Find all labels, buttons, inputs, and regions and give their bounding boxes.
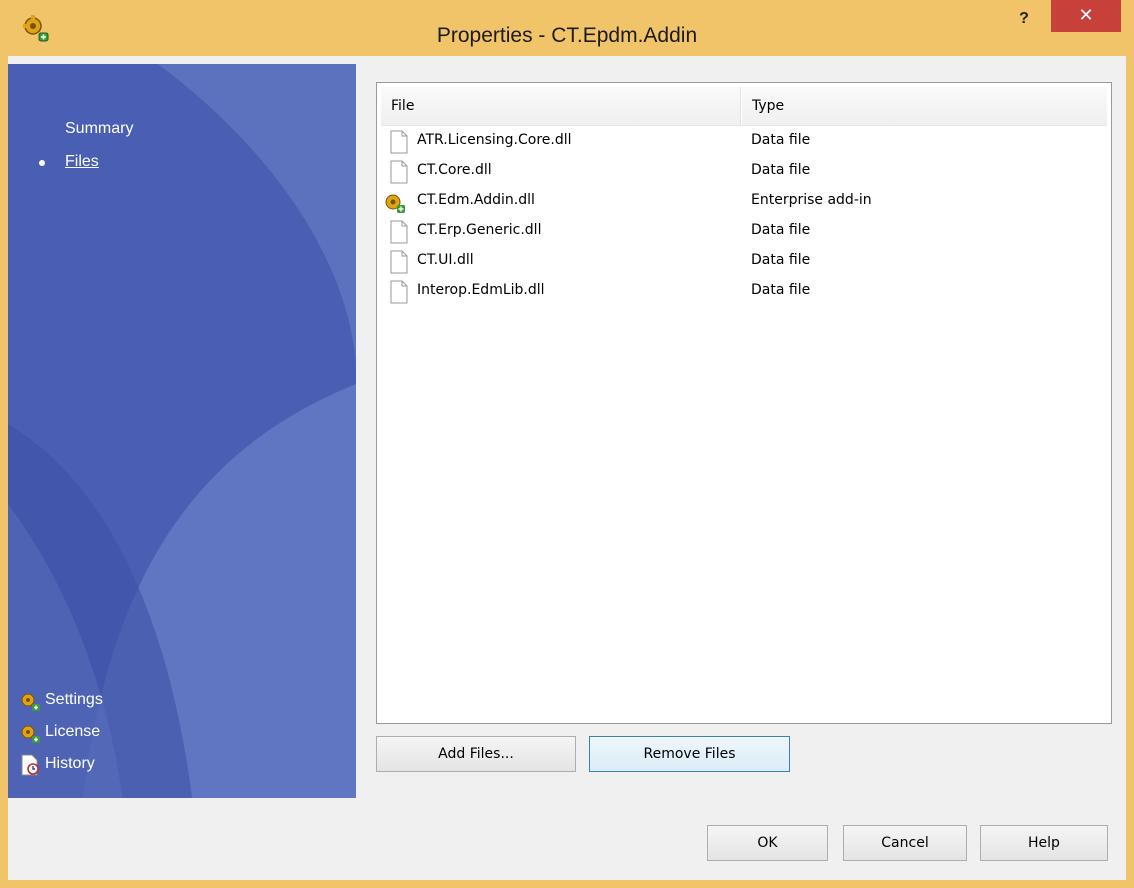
sidebar-item-files[interactable]: Files	[65, 153, 99, 171]
file-name: ATR.Licensing.Core.dll	[417, 132, 572, 148]
file-list[interactable]: File Type ATR.Licensing.Core.dll Data fi…	[376, 82, 1112, 724]
column-header-type[interactable]: Type	[742, 87, 1107, 125]
file-type: Data file	[751, 222, 811, 238]
file-type: Enterprise add-in	[751, 192, 872, 208]
file-type: Data file	[751, 282, 811, 298]
remove-files-button[interactable]: Remove Files	[589, 736, 790, 772]
properties-window: Properties - CT.Epdm.Addin ? ✕ Summary F…	[0, 0, 1134, 888]
file-row[interactable]: ATR.Licensing.Core.dll Data file	[381, 126, 1107, 156]
file-name: Interop.EdmLib.dll	[417, 282, 545, 298]
blank-file-icon	[390, 280, 408, 304]
file-row[interactable]: CT.Erp.Generic.dll Data file	[381, 216, 1107, 246]
sidebar-item-summary[interactable]: Summary	[65, 120, 133, 138]
addin-gear-icon	[21, 693, 40, 711]
sidebar-item-label: History	[45, 755, 95, 772]
file-row[interactable]: CT.Edm.Addin.dll Enterprise add-in	[381, 186, 1107, 216]
sidebar-item-label: License	[45, 723, 101, 740]
file-name: CT.UI.dll	[417, 252, 474, 268]
selected-bullet	[39, 160, 45, 166]
file-row[interactable]: CT.UI.dll Data file	[381, 246, 1107, 276]
addin-gear-icon	[21, 725, 40, 743]
addin-gear-icon	[385, 194, 405, 213]
title-bar[interactable]: Properties - CT.Epdm.Addin ? ✕	[0, 0, 1134, 56]
sidebar-item-label: Settings	[45, 691, 103, 708]
blank-file-icon	[390, 130, 408, 154]
file-row[interactable]: CT.Core.dll Data file	[381, 156, 1107, 186]
blank-file-icon	[390, 220, 408, 244]
add-files-button[interactable]: Add Files...	[376, 736, 576, 772]
help-button[interactable]: Help	[980, 825, 1108, 861]
file-list-header: File Type	[381, 87, 1107, 126]
ok-button[interactable]: OK	[707, 825, 828, 861]
dialog-client-area: Summary Files Settings License History F…	[8, 56, 1126, 880]
window-title: Properties - CT.Epdm.Addin	[436, 24, 698, 47]
blank-file-icon	[390, 160, 408, 184]
blank-file-icon	[390, 250, 408, 274]
file-name: CT.Core.dll	[417, 162, 492, 178]
cancel-button[interactable]: Cancel	[843, 825, 967, 861]
file-type: Data file	[751, 252, 811, 268]
column-header-file[interactable]: File	[381, 87, 741, 125]
file-type: Data file	[751, 132, 811, 148]
file-row[interactable]: Interop.EdmLib.dll Data file	[381, 276, 1107, 306]
file-name: CT.Erp.Generic.dll	[417, 222, 542, 238]
close-button[interactable]: ✕	[1051, 0, 1121, 32]
file-type: Data file	[751, 162, 811, 178]
file-name: CT.Edm.Addin.dll	[417, 192, 535, 208]
help-icon[interactable]: ?	[1001, 6, 1047, 32]
history-document-icon	[21, 754, 39, 776]
sidebar: Summary Files Settings License History	[8, 64, 356, 852]
